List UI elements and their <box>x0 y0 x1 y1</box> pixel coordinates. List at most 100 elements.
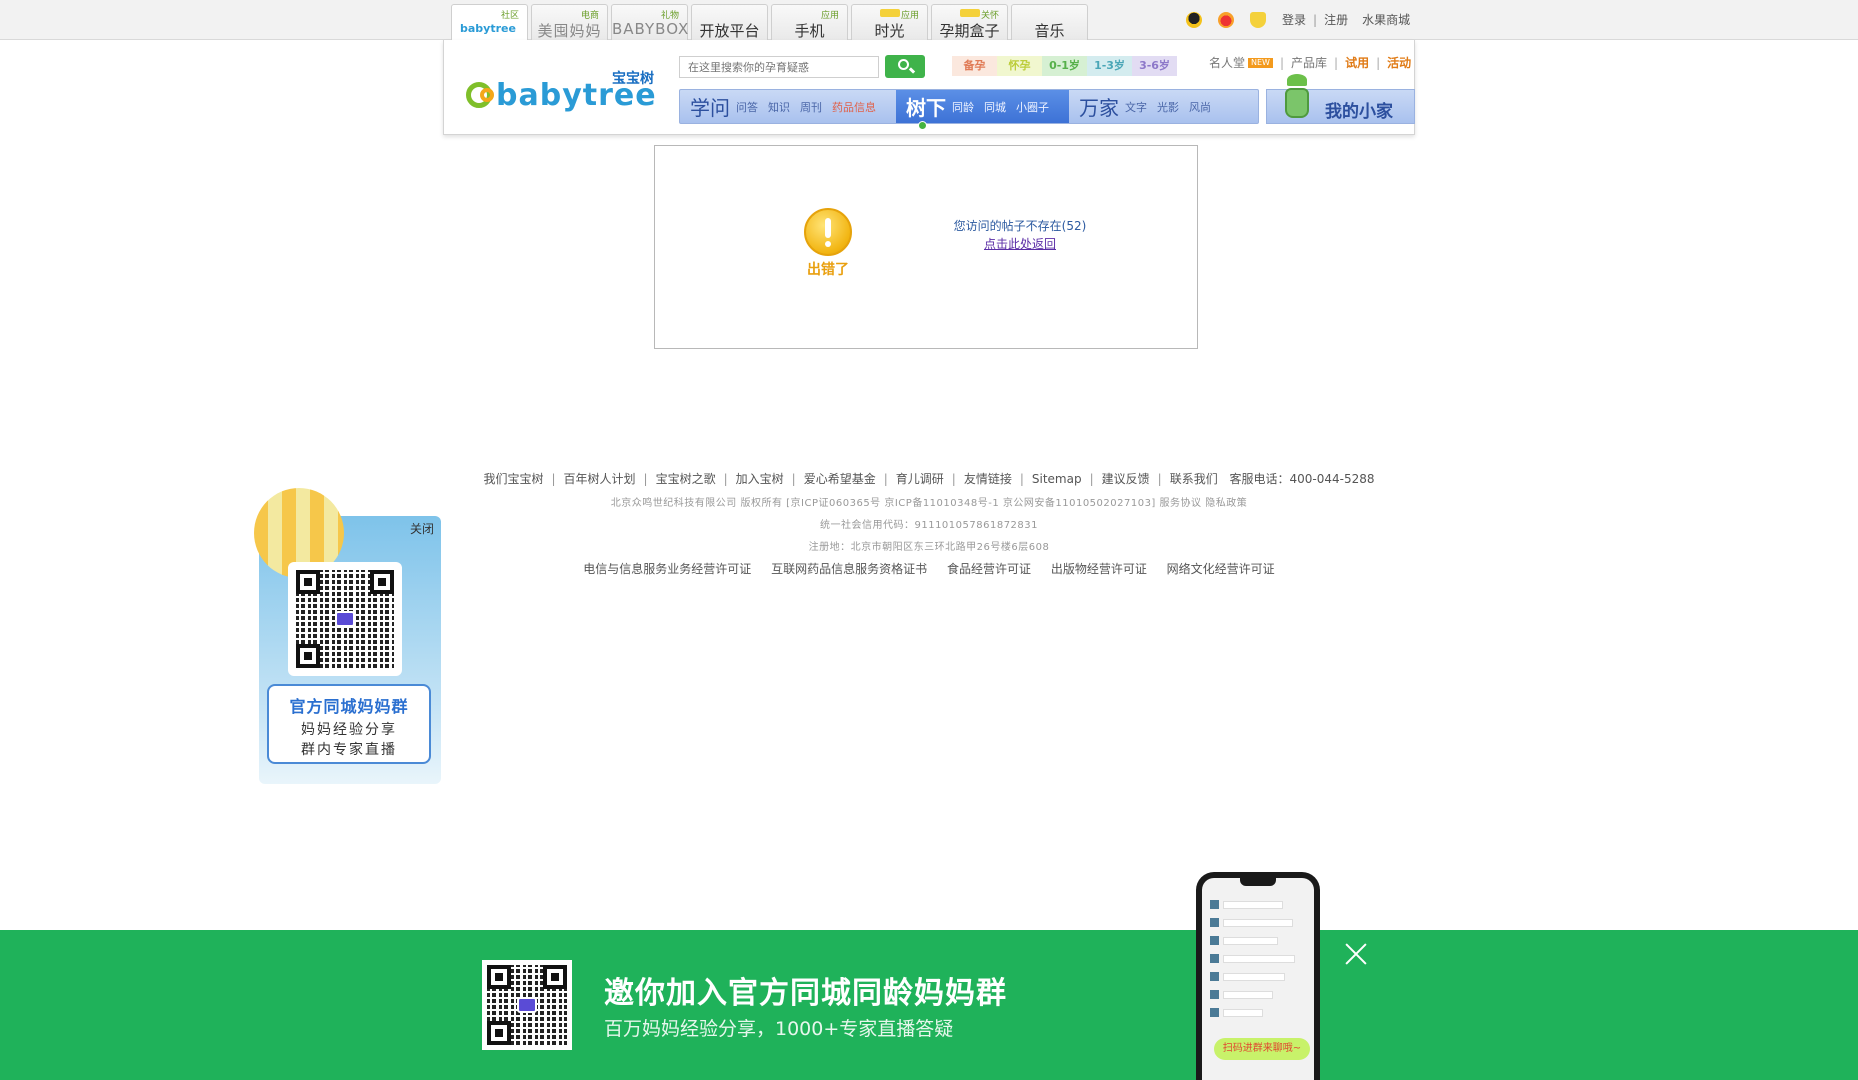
qr-finder <box>296 570 320 594</box>
login-link[interactable]: 登录 <box>1282 11 1306 28</box>
stage-prepare[interactable]: 备孕 <box>952 56 997 76</box>
banner-title: 邀你加入官方同城同龄妈妈群 <box>604 976 1007 1011</box>
tab-music[interactable]: 音乐 <box>1011 4 1088 40</box>
nav-section-knowledge: 学问 问答 知识 周刊 药品信息 <box>680 90 896 123</box>
leaf-shape <box>1287 74 1307 86</box>
license-link[interactable]: 电信与信息服务业务经营许可证 <box>583 562 751 576</box>
tab-meitun[interactable]: 电商 美囤妈妈 <box>531 4 608 40</box>
tab-label: 手机 <box>794 22 825 40</box>
nav-item-knowledge[interactable]: 知识 <box>768 99 790 115</box>
chat-message <box>1210 954 1300 966</box>
chat-icon <box>517 997 537 1013</box>
chat-bubble <box>1223 937 1278 945</box>
footer-link-song[interactable]: 宝宝树之歌 <box>656 472 716 486</box>
back-link[interactable]: 点击此处返回 <box>945 235 1095 252</box>
chat-bubble <box>1223 901 1283 909</box>
divider: | <box>951 472 956 486</box>
nav-item-fashion[interactable]: 风尚 <box>1189 99 1211 115</box>
warning-icon-bar <box>825 218 831 238</box>
chat-bubble <box>1223 919 1293 927</box>
products-link[interactable]: 产品库 <box>1291 54 1327 71</box>
celebrity-link[interactable]: 名人堂 <box>1209 54 1245 71</box>
footer-link-survey[interactable]: 育儿调研 <box>896 472 944 486</box>
footer-link-about[interactable]: 我们宝宝树 <box>483 472 543 486</box>
divider: | <box>1313 12 1318 27</box>
floating-close-button[interactable]: 关闭 <box>410 520 434 537</box>
trial-link[interactable]: 试用 <box>1345 54 1369 71</box>
qr-finder <box>370 570 394 594</box>
tab-label: 时光 <box>874 22 905 40</box>
qr-finder <box>487 965 511 989</box>
avatar <box>1210 900 1219 909</box>
nav-item-small-circle[interactable]: 小圈子 <box>1016 99 1049 115</box>
nav-item-same-age[interactable]: 同龄 <box>952 99 974 115</box>
divider: | <box>551 472 556 486</box>
nav-item-drug-info[interactable]: 药品信息 <box>832 99 876 115</box>
floating-caption-line: 妈妈经验分享 <box>301 722 397 738</box>
license-link[interactable]: 网络文化经营许可证 <box>1167 562 1275 576</box>
babytree-logo[interactable]: babytree 宝宝树 <box>466 68 656 113</box>
warning-icon-dot <box>825 241 831 247</box>
chat-bubble <box>1223 973 1285 981</box>
bottom-invite-banner: 邀你加入官方同城同龄妈妈群 百万妈妈经验分享，1000+专家直播答疑 <box>0 930 1858 1080</box>
nav-item-same-city[interactable]: 同城 <box>984 99 1006 115</box>
qq-icon[interactable] <box>1186 11 1202 28</box>
tab-community[interactable]: 社区 babytree <box>451 4 528 41</box>
footer-hotline: 客服电话：400-044-5288 <box>1229 472 1375 486</box>
stage-0-1[interactable]: 0-1岁 <box>1042 56 1087 76</box>
footer-link-plan[interactable]: 百年树人计划 <box>564 472 636 486</box>
weibo-icon[interactable] <box>1218 11 1234 28</box>
my-home-button[interactable]: 我的小家 <box>1266 74 1415 124</box>
error-panel: 出错了 您访问的帖子不存在(52) 点击此处返回 <box>654 145 1198 349</box>
stage-filters: 备孕 怀孕 0-1岁 1-3岁 3-6岁 <box>952 56 1177 76</box>
avatar <box>1210 990 1219 999</box>
footer-link-feedback[interactable]: 建议反馈 <box>1102 472 1150 486</box>
tab-pregnancy-box[interactable]: 关怀 孕期盒子 <box>931 4 1008 40</box>
stage-1-3[interactable]: 1-3岁 <box>1087 56 1132 76</box>
events-link[interactable]: 活动 <box>1387 54 1411 71</box>
tab-mobile[interactable]: 应用 手机 <box>771 4 848 40</box>
nav-item-text[interactable]: 文字 <box>1125 99 1147 115</box>
phone-mockup-image: 扫码进群来聊哦~ <box>1196 872 1320 1080</box>
footer-link-join[interactable]: 加入宝树 <box>736 472 784 486</box>
close-icon[interactable] <box>1344 942 1368 966</box>
main-nav: 学问 问答 知识 周刊 药品信息 树下 同龄 同城 小圈子 万家 文字 光影 风… <box>679 89 1259 130</box>
stage-pregnant[interactable]: 怀孕 <box>997 56 1042 76</box>
shield-icon[interactable] <box>1250 11 1266 28</box>
site-header: babytree 宝宝树 备孕 怀孕 0-1岁 1-3岁 3-6岁 名人堂 NE… <box>443 40 1415 135</box>
register-link[interactable]: 注册 <box>1324 11 1348 28</box>
search-button[interactable] <box>885 55 925 78</box>
nav-item-weekly[interactable]: 周刊 <box>800 99 822 115</box>
warning-icon <box>804 208 852 256</box>
license-link[interactable]: 互联网药品信息服务资格证书 <box>771 562 927 576</box>
phone-screen: 扫码进群来聊哦~ <box>1202 878 1314 1080</box>
tab-open-platform[interactable]: 开放平台 <box>691 4 768 40</box>
stage-3-6[interactable]: 3-6岁 <box>1132 56 1177 76</box>
hot-badge-icon <box>880 9 900 17</box>
floating-caption-line: 群内专家直播 <box>301 742 397 758</box>
license-link[interactable]: 出版物经营许可证 <box>1051 562 1147 576</box>
nav-main-knowledge[interactable]: 学问 <box>690 92 730 121</box>
nav-main-under-tree[interactable]: 树下 <box>906 92 946 121</box>
tab-babybox[interactable]: 礼物 BABYBOX <box>611 4 688 40</box>
banner-qr-code-image <box>482 960 572 1050</box>
avatar <box>1210 954 1219 963</box>
fruit-shop-link[interactable]: 水果商城 <box>1362 11 1410 28</box>
footer-links: 我们宝宝树 | 百年树人计划 | 宝宝树之歌 | 加入宝树 | 爱心希望基金 | 育儿调研 | 友情链接… <box>0 470 1858 487</box>
error-title: 出错了 <box>807 262 849 278</box>
footer-link-sitemap[interactable]: Sitemap <box>1032 472 1082 486</box>
qr-code-image <box>288 562 402 676</box>
footer-link-contact[interactable]: 联系我们 <box>1170 472 1218 486</box>
footer-link-fund[interactable]: 爱心希望基金 <box>804 472 876 486</box>
nav-item-qa[interactable]: 问答 <box>736 99 758 115</box>
tab-label: 开放平台 <box>699 22 760 40</box>
footer-link-friends[interactable]: 友情链接 <box>964 472 1012 486</box>
phone-notch <box>1240 878 1276 886</box>
search-input[interactable] <box>679 56 879 78</box>
tab-time[interactable]: 应用 时光 <box>851 4 928 40</box>
nav-item-photo[interactable]: 光影 <box>1157 99 1179 115</box>
qr-finder <box>487 1021 511 1045</box>
nav-main-homes[interactable]: 万家 <box>1079 92 1119 121</box>
license-link[interactable]: 食品经营许可证 <box>947 562 1031 576</box>
phone-cta-badge: 扫码进群来聊哦~ <box>1214 1038 1310 1060</box>
